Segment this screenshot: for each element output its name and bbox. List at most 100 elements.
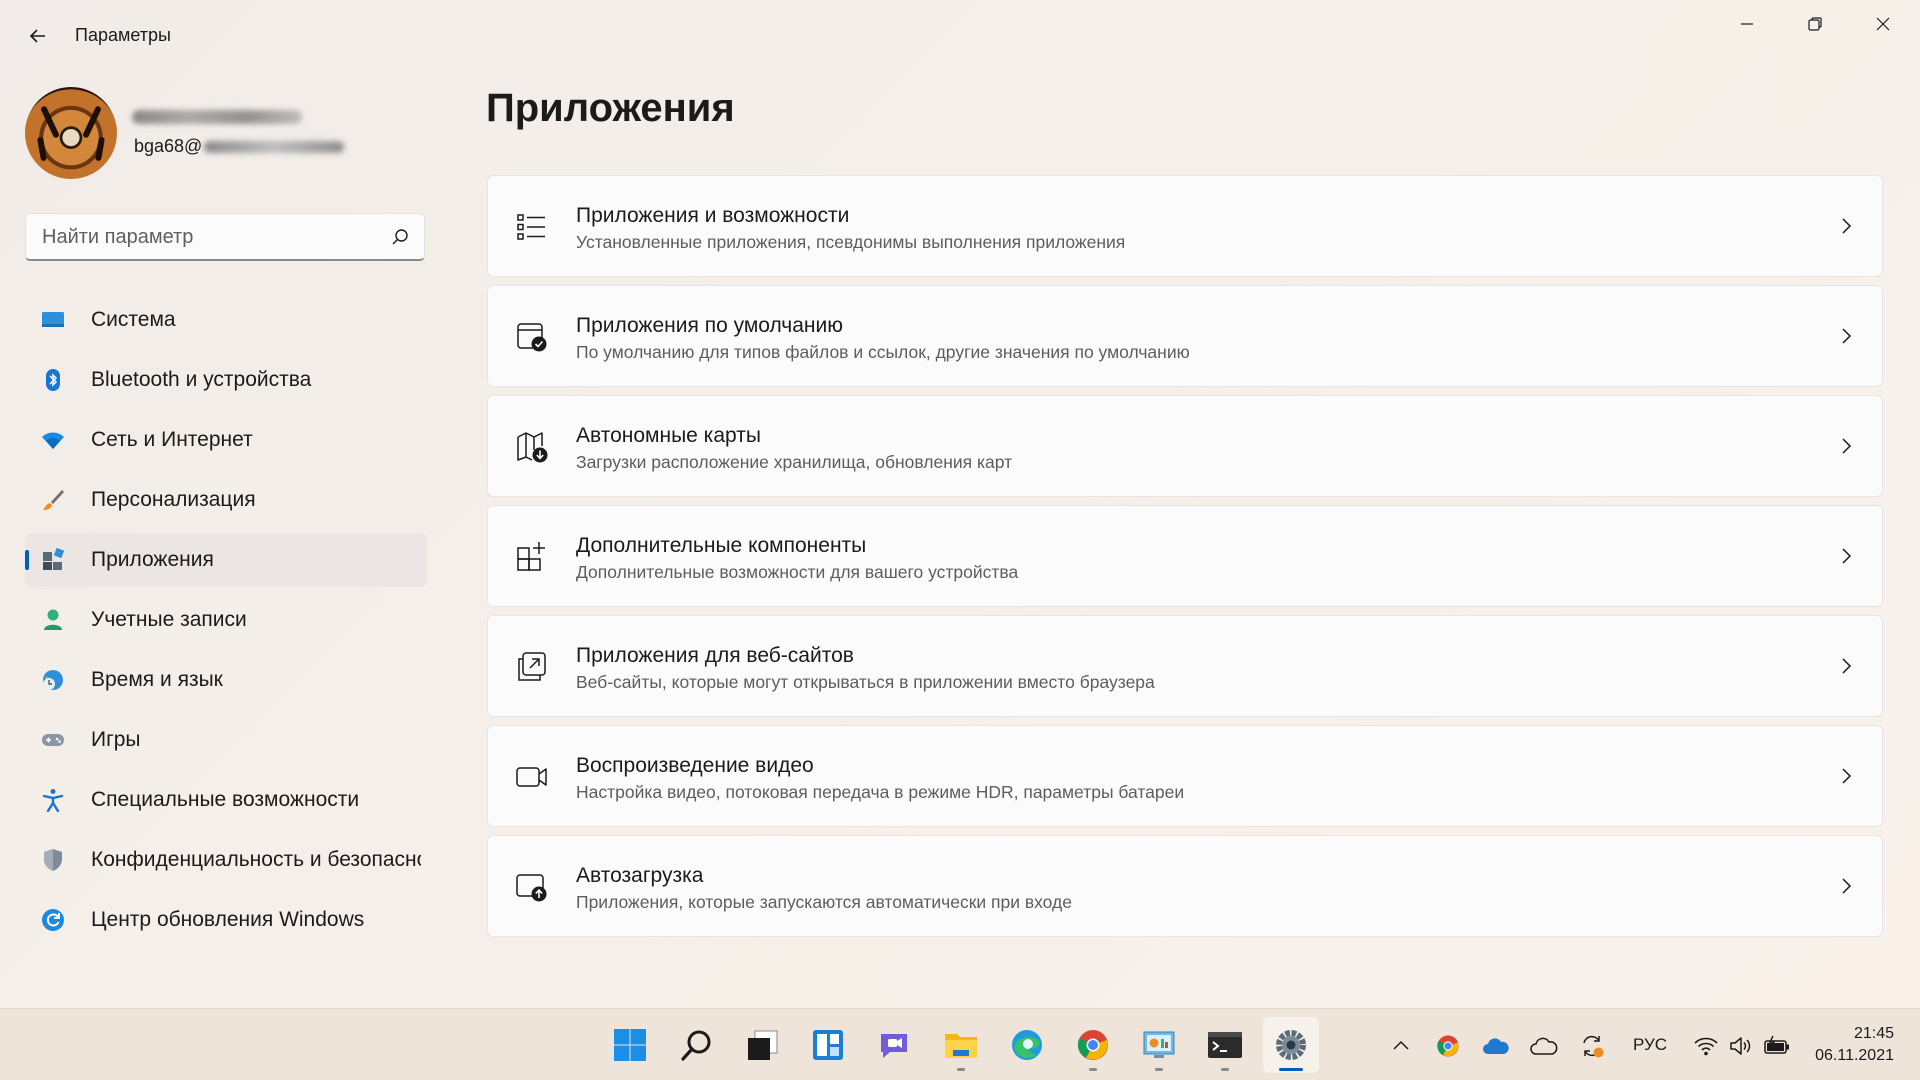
sidebar-item-gaming[interactable]: Игры — [25, 713, 427, 767]
edge-icon — [1012, 1030, 1042, 1060]
taskbar-chrome-button[interactable] — [1065, 1017, 1121, 1073]
card-title: Автономные карты — [576, 424, 761, 447]
system-icon — [41, 308, 65, 332]
search-box[interactable] — [25, 213, 425, 261]
brush-icon — [41, 488, 65, 512]
taskbar-control-panel-button[interactable] — [1131, 1017, 1187, 1073]
search-icon[interactable] — [390, 227, 410, 247]
start-icon — [614, 1029, 646, 1061]
tray-onedrive[interactable] — [1482, 1032, 1510, 1060]
running-indicator — [1221, 1068, 1229, 1071]
sidebar-item-label: Конфиденциальность и безопасность — [91, 848, 421, 871]
restore-icon — [1808, 17, 1822, 31]
tray-overflow-button[interactable] — [1387, 1032, 1415, 1060]
running-indicator — [957, 1068, 965, 1071]
startup-icon — [516, 874, 547, 902]
volume-icon — [1730, 1037, 1751, 1055]
taskbar-widgets-button[interactable] — [800, 1017, 856, 1073]
card-default-apps[interactable]: Приложения по умолчанию По умолчанию для… — [487, 285, 1883, 387]
task-view-icon — [748, 1030, 778, 1060]
taskbar-edge-button[interactable] — [999, 1017, 1055, 1073]
sidebar-item-label: Центр обновления Windows — [91, 908, 365, 931]
clock-time: 21:45 — [1853, 1025, 1894, 1042]
tray-battery[interactable] — [1763, 1032, 1791, 1060]
card-description: Дополнительные возможности для вашего ус… — [576, 562, 1019, 582]
taskbar-settings-button[interactable] — [1263, 1017, 1319, 1073]
taskbar-search-button[interactable] — [669, 1017, 725, 1073]
settings-cards: Приложения и возможности Установленные п… — [487, 175, 1883, 945]
battery-charging-icon — [1764, 1035, 1789, 1054]
search-input[interactable] — [42, 214, 382, 260]
clock[interactable]: 21:45 06.11.2021 — [1815, 1023, 1894, 1067]
sidebar-item-system[interactable]: Система — [25, 293, 427, 347]
tray-onedrive-personal[interactable] — [1530, 1032, 1558, 1060]
tray-network[interactable] — [1692, 1032, 1720, 1060]
bluetooth-icon — [41, 368, 65, 392]
sidebar-item-label: Время и язык — [91, 668, 223, 691]
chevron-right-icon — [1842, 438, 1852, 454]
chevron-right-icon — [1842, 878, 1852, 894]
taskbar-chat-button[interactable] — [866, 1017, 922, 1073]
chevron-up-icon — [1393, 1040, 1409, 1050]
chevron-right-icon — [1842, 548, 1852, 564]
taskbar-task-view-button[interactable] — [734, 1017, 790, 1073]
apps-list-icon — [517, 214, 545, 240]
card-description: Приложения, которые запускаются автомати… — [576, 892, 1072, 912]
wifi-icon — [41, 428, 65, 452]
minimize-button[interactable] — [1713, 0, 1781, 48]
sidebar-item-network[interactable]: Сеть и Интернет — [25, 413, 427, 467]
update-icon — [41, 908, 65, 932]
sidebar-item-label: Сеть и Интернет — [91, 428, 253, 451]
card-title: Автозагрузка — [576, 864, 704, 887]
card-description: По умолчанию для типов файлов и ссылок, … — [576, 342, 1190, 362]
sidebar-item-accounts[interactable]: Учетные записи — [25, 593, 427, 647]
running-indicator — [1155, 1068, 1163, 1071]
tray-chrome[interactable] — [1434, 1032, 1462, 1060]
close-button[interactable] — [1849, 0, 1917, 48]
widgets-icon — [813, 1030, 843, 1060]
tray-volume[interactable] — [1727, 1032, 1755, 1060]
active-indicator — [1279, 1068, 1303, 1071]
sidebar-item-windows-update[interactable]: Центр обновления Windows — [25, 893, 427, 947]
maximize-button[interactable] — [1781, 0, 1849, 48]
cloud-icon — [1530, 1037, 1558, 1055]
chevron-right-icon — [1842, 658, 1852, 674]
card-video-playback[interactable]: Воспроизведение видео Настройка видео, п… — [487, 725, 1883, 827]
card-apps-features[interactable]: Приложения и возможности Установленные п… — [487, 175, 1883, 277]
taskbar-start-button[interactable] — [602, 1017, 658, 1073]
default-apps-icon — [517, 323, 547, 352]
sidebar-item-label: Учетные записи — [91, 608, 247, 631]
taskbar-terminal-button[interactable] — [1197, 1017, 1253, 1073]
offline-maps-icon — [517, 432, 548, 463]
sidebar-item-accessibility[interactable]: Специальные возможности — [25, 773, 427, 827]
sidebar-item-personalization[interactable]: Персонализация — [25, 473, 427, 527]
apps-icon — [41, 548, 65, 572]
sidebar-item-bluetooth[interactable]: Bluetooth и устройства — [25, 353, 427, 407]
sidebar-item-privacy[interactable]: Конфиденциальность и безопасность — [25, 833, 427, 887]
taskbar-file-explorer-button[interactable] — [933, 1017, 989, 1073]
chevron-right-icon — [1842, 218, 1852, 234]
tray-sync[interactable] — [1578, 1032, 1606, 1060]
page-title: Приложения — [486, 86, 735, 130]
card-offline-maps[interactable]: Автономные карты Загрузки расположение х… — [487, 395, 1883, 497]
card-description: Установленные приложения, псевдонимы вып… — [576, 232, 1126, 252]
settings-icon — [1276, 1030, 1306, 1060]
profile-name-redacted — [132, 110, 302, 124]
sidebar-item-apps[interactable]: Приложения — [25, 533, 427, 587]
sidebar-nav: Система Bluetooth и устройства Сеть и Ин… — [25, 293, 427, 953]
sidebar-item-label: Игры — [91, 728, 141, 751]
shield-icon — [41, 848, 65, 872]
card-title: Приложения и возможности — [576, 204, 850, 227]
card-description: Веб-сайты, которые могут открываться в п… — [576, 672, 1155, 692]
card-optional-features[interactable]: Дополнительные компоненты Дополнительные… — [487, 505, 1883, 607]
minimize-icon — [1741, 23, 1753, 25]
back-arrow-icon — [29, 29, 45, 43]
card-apps-for-websites[interactable]: Приложения для веб-сайтов Веб-сайты, кот… — [487, 615, 1883, 717]
language-indicator[interactable]: РУС — [1633, 1035, 1667, 1055]
avatar[interactable] — [25, 87, 117, 179]
card-title: Приложения по умолчанию — [576, 314, 843, 337]
sidebar-item-time-language[interactable]: Время и язык — [25, 653, 427, 707]
back-button[interactable] — [20, 18, 56, 54]
card-startup[interactable]: Автозагрузка Приложения, которые запуска… — [487, 835, 1883, 937]
card-description: Настройка видео, потоковая передача в ре… — [576, 782, 1185, 802]
